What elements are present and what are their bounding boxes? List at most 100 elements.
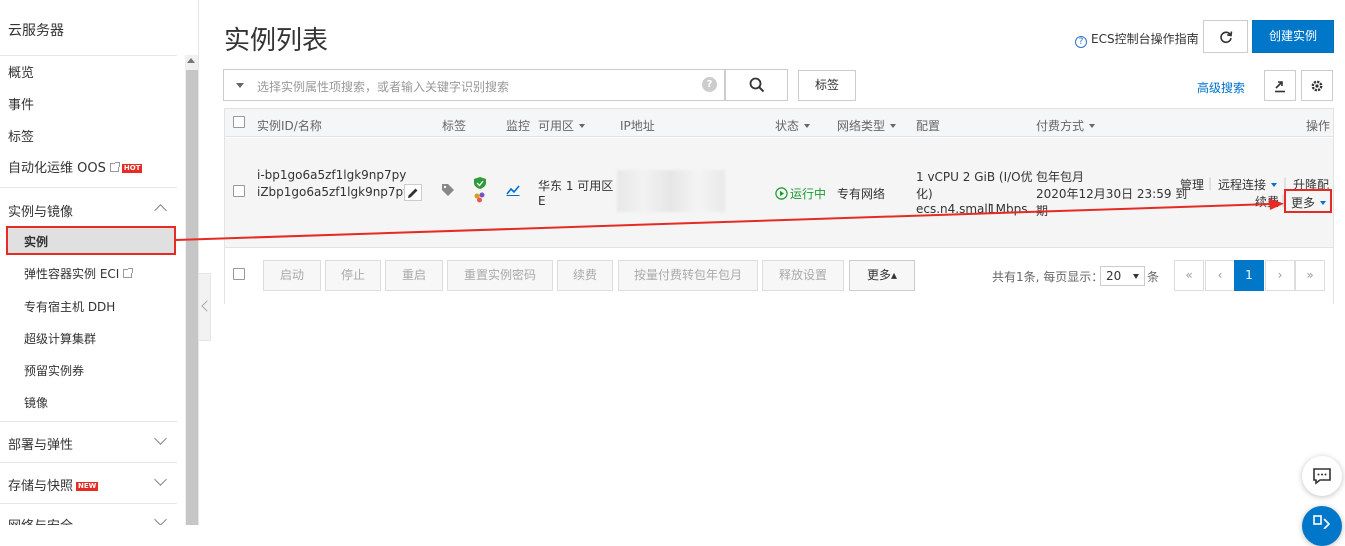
- refresh-icon: [1219, 31, 1232, 44]
- page-title: 实例列表: [224, 26, 329, 56]
- page-size-select[interactable]: 20: [1100, 266, 1145, 286]
- sidebar-item-eci[interactable]: 弹性容器实例 ECI: [24, 265, 134, 282]
- tag-filter-button[interactable]: 标签: [798, 70, 856, 101]
- sidebar-item-images[interactable]: 镜像: [24, 394, 48, 411]
- sidebar-item-label: 弹性容器实例 ECI: [24, 267, 120, 281]
- divider: [0, 421, 177, 422]
- create-instance-button[interactable]: 创建实例: [1252, 20, 1334, 53]
- chevron-down-icon[interactable]: [154, 473, 167, 486]
- config-spec-cont: 化): [916, 187, 933, 201]
- column-config: 配置: [916, 119, 941, 133]
- advanced-search-link[interactable]: 高级搜索: [1197, 79, 1245, 96]
- instance-name: iZbp1go6a5zf1lgk9np7pyZ: [257, 185, 419, 199]
- more-actions-link[interactable]: 更多: [1291, 194, 1327, 211]
- search-icon: [749, 77, 764, 93]
- edit-name-button[interactable]: [404, 184, 422, 201]
- prev-page-button[interactable]: ‹: [1205, 260, 1235, 291]
- instance-table: 实例ID/名称 标签 监控 可用区 IP地址 状态 网络类型 配置 付费方式 操…: [224, 108, 1334, 304]
- sidebar-item-reserved[interactable]: 预留实例券: [24, 362, 84, 379]
- gear-icon: [1311, 80, 1323, 92]
- row-checkbox[interactable]: [233, 185, 245, 197]
- table-row: i-bp1go6a5zf1lgk9np7py iZbp1go6a5zf1lgk9…: [225, 138, 1333, 248]
- sidebar-group-network[interactable]: 网络与安全: [8, 515, 73, 525]
- more-batch-button[interactable]: 更多▴: [849, 260, 915, 291]
- column-network[interactable]: 网络类型: [837, 117, 897, 134]
- security-shield-icon[interactable]: [473, 176, 487, 206]
- sidebar-item-label: 存储与快照: [8, 479, 74, 494]
- sidebar-item-instances[interactable]: 实例: [24, 233, 48, 250]
- sidebar-collapse-toggle[interactable]: [199, 273, 211, 341]
- play-circle-icon: [775, 187, 788, 200]
- column-billing-label: 付费方式: [1036, 119, 1085, 133]
- divider: [0, 55, 177, 56]
- column-monitor: 监控: [506, 119, 531, 133]
- restart-button[interactable]: 重启: [385, 260, 443, 291]
- column-billing[interactable]: 付费方式: [1036, 117, 1096, 134]
- chevron-down-icon[interactable]: [154, 513, 167, 525]
- first-page-button[interactable]: «: [1174, 260, 1204, 291]
- reset-password-button[interactable]: 重置实例密码: [447, 260, 553, 291]
- manage-link[interactable]: 管理: [1180, 176, 1204, 193]
- new-badge: NEW: [76, 482, 99, 491]
- pencil-icon: [408, 188, 418, 198]
- sidebar-group-instances[interactable]: 实例与镜像: [8, 201, 73, 220]
- chevron-up-icon[interactable]: [154, 204, 167, 217]
- sidebar-item-tags[interactable]: 标签: [8, 126, 34, 145]
- instance-type-link[interactable]: ecs.n4.small: [916, 202, 991, 216]
- sidebar-item-scc[interactable]: 超级计算集群: [24, 330, 96, 347]
- status-label: 运行中: [790, 187, 827, 201]
- caret-down-icon: [1133, 274, 1139, 279]
- instance-id-link[interactable]: i-bp1go6a5zf1lgk9np7py: [257, 168, 406, 182]
- stop-button[interactable]: 停止: [325, 260, 381, 291]
- export-button[interactable]: [1264, 70, 1296, 101]
- footer-select-all-checkbox[interactable]: [233, 268, 245, 280]
- page-1-button[interactable]: 1: [1234, 260, 1264, 291]
- assistant-icon: [1313, 515, 1331, 529]
- sidebar-scrollbar-thumb[interactable]: [186, 70, 198, 525]
- monitor-chart-icon[interactable]: [506, 184, 520, 196]
- settings-button[interactable]: [1301, 70, 1333, 101]
- caret-down-icon: [1320, 201, 1327, 205]
- caret-down-icon: [579, 124, 586, 128]
- guide-link[interactable]: ? ECS控制台操作指南: [1075, 30, 1199, 48]
- sidebar-group-storage[interactable]: 存储与快照 NEW: [8, 475, 99, 494]
- billing-expiry-cont: 期: [1036, 204, 1049, 218]
- chat-feedback-button[interactable]: [1302, 456, 1342, 496]
- column-id-name: 实例ID/名称: [257, 119, 322, 133]
- refresh-button[interactable]: [1203, 20, 1248, 53]
- remote-connect-link[interactable]: 远程连接: [1218, 176, 1278, 193]
- scroll-up-icon[interactable]: [187, 58, 195, 63]
- convert-billing-button[interactable]: 按量付费转包年包月: [618, 260, 758, 291]
- search-button[interactable]: [725, 69, 788, 101]
- sidebar-item-events[interactable]: 事件: [8, 94, 34, 113]
- chevron-down-icon[interactable]: [154, 432, 167, 445]
- sidebar-item-overview[interactable]: 概览: [8, 62, 34, 81]
- more-actions-label: 更多: [1291, 196, 1316, 210]
- caret-down-icon: [1271, 183, 1278, 187]
- tag-icon[interactable]: [441, 183, 455, 197]
- divider: [0, 187, 177, 188]
- column-tag: 标签: [442, 119, 467, 133]
- assistant-button[interactable]: [1302, 506, 1342, 546]
- chevron-down-icon[interactable]: [236, 83, 244, 88]
- separator: |: [1283, 176, 1288, 190]
- external-link-icon: [123, 268, 134, 278]
- sidebar: 云服务器 概览 事件 标签 自动化运维 OOS HOT 实例与镜像 实例 弹性容器…: [0, 0, 199, 525]
- sidebar-group-deploy[interactable]: 部署与弹性: [8, 434, 73, 453]
- renew-link[interactable]: 续费: [1255, 193, 1279, 210]
- select-all-checkbox[interactable]: [233, 116, 245, 128]
- zone-value: 华东 1 可用区: [538, 179, 614, 193]
- column-zone[interactable]: 可用区: [538, 117, 586, 134]
- last-page-button[interactable]: »: [1295, 260, 1325, 291]
- start-button[interactable]: 启动: [263, 260, 321, 291]
- table-footer: 启动 停止 重启 重置实例密码 续费 按量付费转包年包月 释放设置 更多▴ 共有…: [225, 249, 1333, 304]
- search-input[interactable]: 选择实例属性项搜索，或者输入关键字识别搜索: [257, 78, 509, 95]
- column-status[interactable]: 状态: [775, 117, 811, 134]
- help-icon[interactable]: ?: [702, 77, 717, 92]
- next-page-button[interactable]: ›: [1265, 260, 1295, 291]
- search-bar[interactable]: 选择实例属性项搜索，或者输入关键字识别搜索 ?: [223, 69, 725, 101]
- sidebar-item-oos[interactable]: 自动化运维 OOS HOT: [8, 157, 143, 176]
- release-settings-button[interactable]: 释放设置: [762, 260, 844, 291]
- sidebar-item-ddh[interactable]: 专有宿主机 DDH: [24, 298, 115, 315]
- renew-button[interactable]: 续费: [557, 260, 613, 291]
